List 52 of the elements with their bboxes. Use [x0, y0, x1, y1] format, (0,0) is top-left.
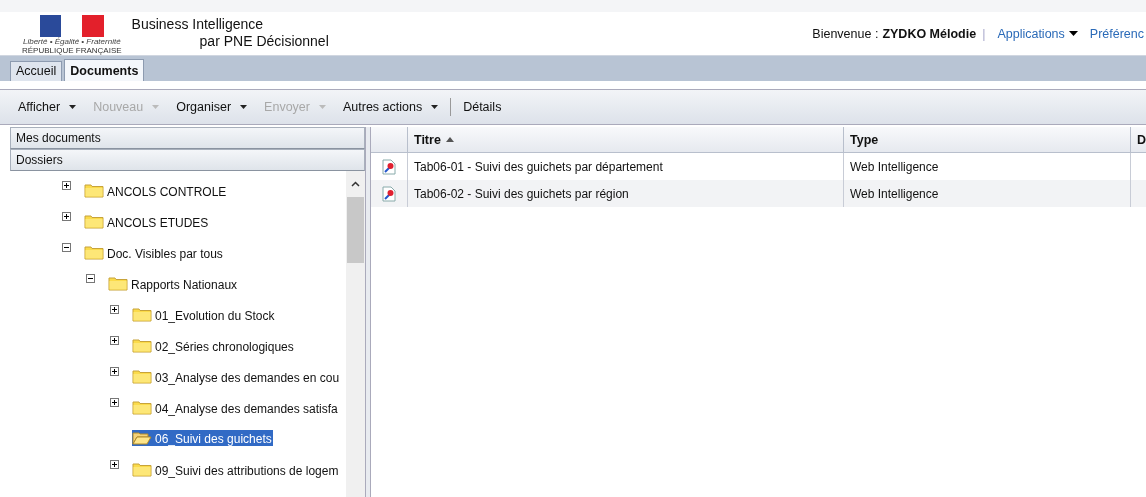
tree-item[interactable]: ANCOLS ETUDES [84, 213, 210, 230]
caret-icon [431, 105, 439, 109]
column-header[interactable]: Type [842, 127, 1130, 152]
tree-item[interactable]: 03_Analyse des demandes en cou [132, 368, 341, 385]
scrollbar[interactable] [346, 171, 365, 497]
user-name: ZYDKO Mélodie [882, 26, 977, 41]
separator: | [982, 26, 986, 41]
caret-icon [1068, 31, 1078, 36]
tree-item[interactable]: Rapports Nationaux [108, 275, 239, 292]
caret-icon [318, 105, 326, 109]
header-link[interactable]: Applications [997, 26, 1078, 41]
tree-item[interactable]: 09_Suivi des attributions de logem [132, 461, 340, 478]
toolbar-button[interactable]: Afficher [10, 98, 85, 116]
tab[interactable]: Documents [64, 59, 145, 81]
report-icon [381, 185, 396, 202]
tree-item[interactable]: Doc. Visibles par tous [84, 244, 224, 261]
toolbar-button[interactable]: Autres actions [334, 98, 447, 116]
folder-icon [132, 369, 152, 384]
welcome-label: Bienvenue : [812, 26, 879, 41]
folder-icon [132, 462, 152, 477]
tree-item[interactable]: ANCOLS CONTROLE [84, 182, 228, 199]
table-cell: Web Intelligence [842, 180, 1130, 207]
app-subtitle: par PNE Décisionnel [198, 33, 329, 50]
table-cell: Tab06-02 - Suivi des guichets par région [406, 180, 843, 207]
report-icon [381, 158, 396, 175]
panel-header[interactable]: Mes documents [10, 127, 365, 149]
tree-item[interactable]: 04_Analyse des demandes satisfa [132, 399, 339, 416]
tree-item[interactable]: 02_Séries chronologiques [132, 337, 295, 354]
tree-item[interactable]: 06_Suivi des guichets [132, 430, 273, 446]
folder-icon [84, 183, 104, 198]
column-header[interactable]: D [1129, 127, 1146, 152]
toolbar-button[interactable]: Organiser [168, 98, 256, 116]
scroll-up-icon[interactable] [351, 181, 360, 187]
folder-icon [84, 214, 104, 229]
header-link[interactable]: Préférenc [1089, 26, 1144, 41]
logo: Liberté • Égalité • Fraternité RÉPUBLIQUE FRANÇAISE [22, 12, 122, 55]
caret-icon [240, 105, 248, 109]
tree-item[interactable]: 01_Evolution du Stock [132, 306, 276, 323]
folder-icon [132, 307, 152, 322]
tab[interactable]: Accueil [10, 61, 63, 81]
column-header[interactable]: Titre [406, 127, 843, 152]
caret-icon [152, 105, 160, 109]
caret-icon [69, 105, 77, 109]
scrollbar-thumb[interactable] [347, 197, 364, 263]
open-folder-icon [132, 431, 152, 445]
toolbar-button[interactable]: Détails [455, 98, 510, 116]
folder-icon [84, 245, 104, 260]
folder-icon [132, 400, 152, 415]
folder-icon [108, 276, 128, 291]
panel-header[interactable]: Dossiers [10, 149, 365, 171]
app-title: Business Intelligence [131, 16, 265, 33]
folder-icon [132, 338, 152, 353]
